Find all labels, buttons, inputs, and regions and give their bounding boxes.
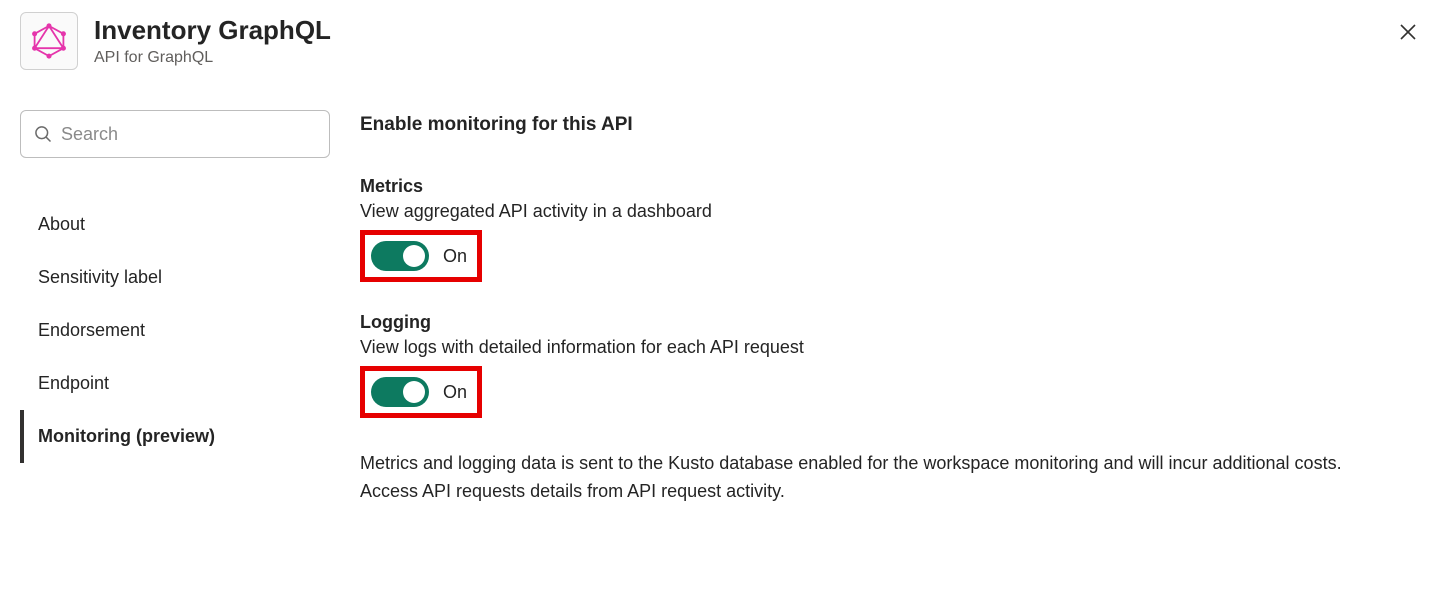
- close-icon: [1398, 22, 1418, 42]
- page-title: Inventory GraphQL: [94, 15, 331, 46]
- footnote-text: Metrics and logging data is sent to the …: [360, 450, 1400, 506]
- logging-toggle[interactable]: [371, 377, 429, 407]
- header-text: Inventory GraphQL API for GraphQL: [94, 15, 331, 66]
- nav-item-label: Endpoint: [38, 373, 109, 393]
- metrics-setting: Metrics View aggregated API activity in …: [360, 176, 1410, 282]
- main-heading: Enable monitoring for this API: [360, 114, 1410, 136]
- settings-panel: Inventory GraphQL API for GraphQL About: [0, 0, 1450, 602]
- search-box[interactable]: [20, 110, 330, 158]
- graphql-icon: [20, 12, 78, 70]
- search-icon: [33, 124, 53, 144]
- metrics-title: Metrics: [360, 176, 1410, 197]
- nav-item-label: About: [38, 214, 85, 234]
- nav-list: About Sensitivity label Endorsement Endp…: [20, 198, 330, 463]
- nav-item-label: Monitoring (preview): [38, 426, 215, 446]
- main-content: Enable monitoring for this API Metrics V…: [360, 110, 1410, 506]
- page-subtitle: API for GraphQL: [94, 49, 331, 67]
- nav-item-label: Sensitivity label: [38, 267, 162, 287]
- logging-description: View logs with detailed information for …: [360, 337, 1410, 358]
- nav-item-endorsement[interactable]: Endorsement: [20, 304, 330, 357]
- metrics-toggle[interactable]: [371, 241, 429, 271]
- nav-item-monitoring[interactable]: Monitoring (preview): [20, 410, 330, 463]
- metrics-highlight: On: [360, 230, 482, 282]
- metrics-toggle-label: On: [443, 246, 467, 267]
- sidebar: About Sensitivity label Endorsement Endp…: [20, 110, 330, 506]
- metrics-description: View aggregated API activity in a dashbo…: [360, 201, 1410, 222]
- nav-item-sensitivity-label[interactable]: Sensitivity label: [20, 251, 330, 304]
- logging-title: Logging: [360, 312, 1410, 333]
- nav-item-endpoint[interactable]: Endpoint: [20, 357, 330, 410]
- body-layout: About Sensitivity label Endorsement Endp…: [20, 110, 1430, 506]
- search-input[interactable]: [61, 124, 317, 145]
- logging-setting: Logging View logs with detailed informat…: [360, 312, 1410, 418]
- nav-item-about[interactable]: About: [20, 198, 330, 251]
- nav-item-label: Endorsement: [38, 320, 145, 340]
- logging-highlight: On: [360, 366, 482, 418]
- close-button[interactable]: [1394, 18, 1422, 46]
- logging-toggle-label: On: [443, 382, 467, 403]
- panel-header: Inventory GraphQL API for GraphQL: [20, 12, 1430, 70]
